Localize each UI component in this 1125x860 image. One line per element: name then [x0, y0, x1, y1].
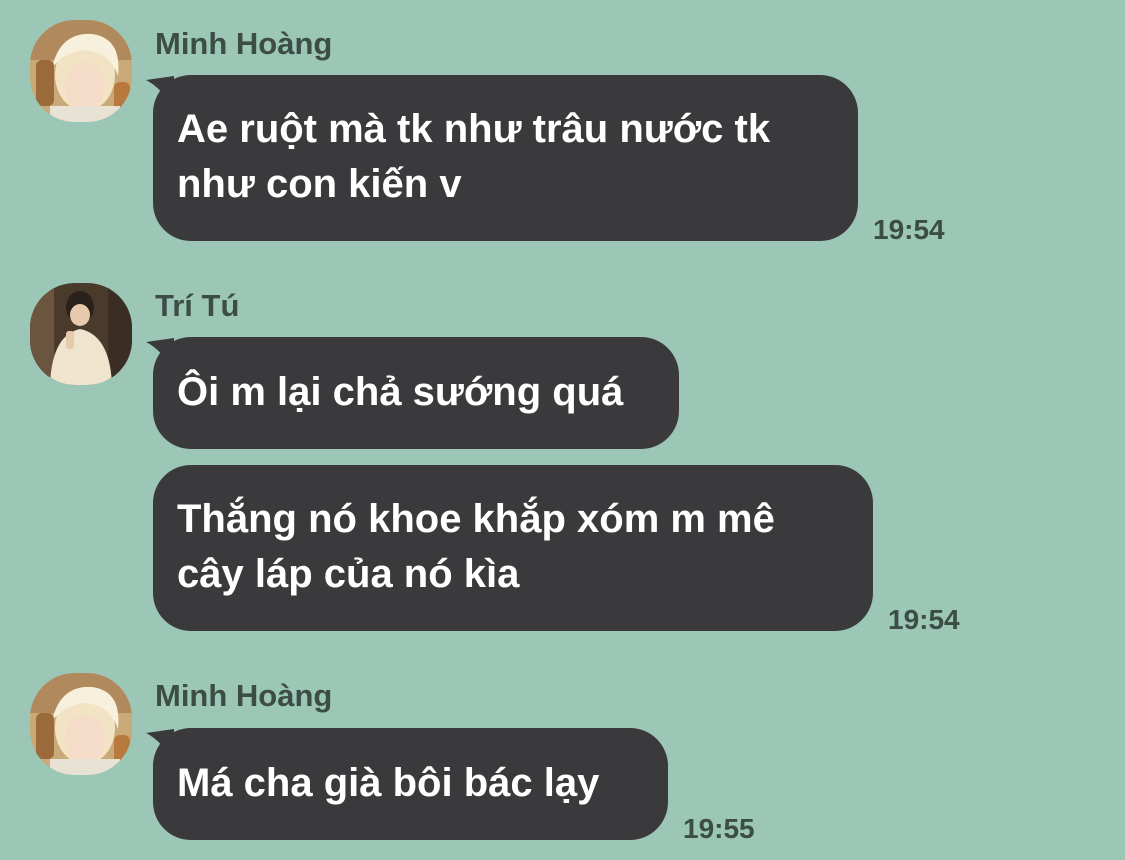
message-bubble[interactable]: Ae ruột mà tk như trâu nước tk như con k… — [153, 75, 858, 241]
user-avatar-blonde-icon — [30, 20, 132, 122]
avatar-tri-tu[interactable] — [30, 283, 132, 385]
message-timestamp: 19:54 — [888, 604, 960, 635]
message-line: Thắng nó khoe khắp xóm m mê — [177, 497, 775, 541]
sender-name: Minh Hoàng — [155, 26, 333, 61]
message-bubble[interactable]: Ôi m lại chả sướng quá — [153, 337, 679, 449]
message-line: cây láp của nó kìa — [177, 552, 520, 596]
sender-name: Trí Tú — [155, 288, 240, 323]
avatar-minh-hoang[interactable] — [30, 673, 132, 775]
message-bubble[interactable]: Má cha già bôi bác lạy — [153, 728, 668, 840]
message-line: Ae ruột mà tk như trâu nước tk — [177, 107, 771, 151]
message-line: như con kiến v — [177, 162, 462, 206]
message-line: Ôi m lại chả sướng quá — [177, 370, 624, 414]
message-timestamp: 19:55 — [683, 813, 755, 844]
message-line: Má cha già bôi bác lạy — [177, 761, 600, 805]
message-timestamp: 19:54 — [873, 214, 945, 245]
sender-name: Minh Hoàng — [155, 678, 333, 713]
avatar-minh-hoang[interactable] — [30, 20, 132, 122]
message-bubble[interactable]: Thắng nó khoe khắp xóm m mê cây láp của … — [153, 465, 873, 631]
user-avatar-dark-hair-icon — [30, 283, 132, 385]
user-avatar-blonde-icon — [30, 673, 132, 775]
